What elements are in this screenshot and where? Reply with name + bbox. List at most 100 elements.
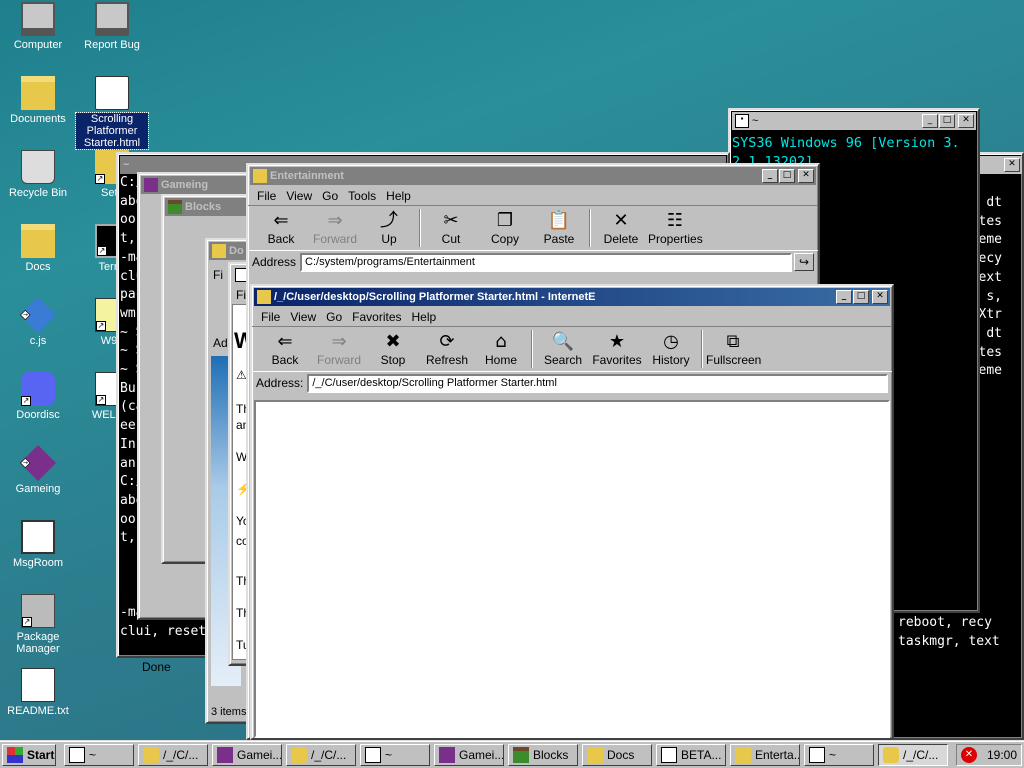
maximize-button[interactable]: □ <box>779 169 795 183</box>
toolbar-button-up[interactable]: ⤴ Up <box>362 210 416 246</box>
taskbar-item-label: ~ <box>829 748 837 762</box>
system-tray: ✕ 19:00 <box>956 744 1022 766</box>
close-button[interactable]: ✕ <box>872 290 888 304</box>
menu-item[interactable]: Tools <box>343 189 381 203</box>
toolbar-button-delete[interactable]: ✕ Delete <box>594 210 648 246</box>
menu-item[interactable]: View <box>281 189 317 203</box>
desktop-icon-label: Recycle Bin <box>8 187 68 199</box>
desktop-icon[interactable]: Report Bug <box>76 2 148 51</box>
address-label: Address: <box>256 376 304 390</box>
folder-icon <box>253 169 267 183</box>
toolbar-button-label: Favorites <box>592 353 642 367</box>
toolbar-button-properties[interactable]: ☷ Properties <box>648 210 703 246</box>
toolbar-button-history[interactable]: ◷ History <box>644 331 698 367</box>
menu-item[interactable]: File <box>252 189 281 203</box>
address-field[interactable]: /_/C/user/desktop/Scrolling Platformer S… <box>307 373 888 393</box>
page-viewport[interactable] <box>254 400 890 738</box>
start-label: Start <box>27 748 55 762</box>
taskbar-item-label: Gamei... <box>459 748 504 762</box>
close-button[interactable]: ✕ <box>798 169 814 183</box>
toolbar-button-copy[interactable]: ❐ Copy <box>478 210 532 246</box>
toolbar-button-paste[interactable]: 📋 Paste <box>532 210 586 246</box>
toolbar-separator <box>531 330 533 368</box>
desktop-icon[interactable]: ↗ c.js <box>2 296 74 347</box>
beta-icon <box>661 747 677 763</box>
taskbar-item[interactable]: Gamei... <box>434 744 504 766</box>
menu-item[interactable]: Help <box>407 310 442 324</box>
menu-item[interactable]: Go <box>321 310 347 324</box>
taskbar-item[interactable]: /_/C/... <box>138 744 208 766</box>
terminal-output-bottom: reboot, recy taskmgr, text <box>898 614 1024 651</box>
browser-window[interactable]: /_/C/user/desktop/Scrolling Platformer S… <box>250 284 894 740</box>
terminal-icon <box>69 747 85 763</box>
toolbar-button-fullscreen[interactable]: ⧉ Fullscreen <box>706 331 761 367</box>
toolbar-button-favorites[interactable]: ★ Favorites <box>590 331 644 367</box>
terminal-line: SYS36 Windows 96 [Version 3. <box>732 135 960 151</box>
toolbar-button-home[interactable]: ⌂ Home <box>474 331 528 367</box>
menu-file[interactable]: Fi <box>213 268 223 282</box>
toolbar-button-label: Refresh <box>425 353 469 367</box>
desktop-icon[interactable]: Scrolling Platformer Starter.html <box>75 76 149 150</box>
toolbar-button-refresh[interactable]: ⟳ Refresh <box>420 331 474 367</box>
desktop-icon[interactable]: Recycle Bin <box>2 150 74 199</box>
shortcut-arrow-icon: ↗ <box>95 174 105 184</box>
desktop-icon[interactable]: ↗ Doordisc <box>2 372 74 421</box>
menu-item[interactable]: Favorites <box>347 310 406 324</box>
taskbar-item[interactable]: Blocks <box>508 744 578 766</box>
minimize-button[interactable]: _ <box>836 290 852 304</box>
folder-icon <box>257 290 271 304</box>
toolbar-button-search[interactable]: 🔍 Search <box>536 331 590 367</box>
desktop-icon-label: Computer <box>13 39 63 51</box>
menu-item[interactable]: Help <box>381 189 416 203</box>
taskbar-item[interactable]: Gamei... <box>212 744 282 766</box>
desktop-icon[interactable]: ↗ Gameing <box>2 444 74 495</box>
toolbar-button-label: Back <box>267 232 295 246</box>
go-arrow-icon[interactable]: ↪ <box>794 253 814 271</box>
maximize-button[interactable]: □ <box>939 114 955 128</box>
toolbar-button-label: Paste <box>543 232 575 246</box>
taskbar-item-label: ~ <box>385 748 393 762</box>
toolbar: ⇐ Back ⇒ Forward ⤴ Up ✂ Cut ❐ Copy 📋 Paste ✕ Delete ☷ P… <box>248 205 818 251</box>
taskbar-item-label: BETA... <box>681 748 722 762</box>
terminal-icon <box>365 747 381 763</box>
start-button[interactable]: Start <box>2 744 56 766</box>
close-button[interactable]: ✕ <box>958 114 974 128</box>
toolbar-button-cut[interactable]: ✂ Cut <box>424 210 478 246</box>
desktop-icon[interactable]: Computer <box>2 2 74 51</box>
forward-arrow-icon: ⇒ <box>331 331 347 352</box>
taskbar-item[interactable]: ~ <box>64 744 134 766</box>
taskbar-item[interactable]: Enterta... <box>730 744 800 766</box>
desktop-icon[interactable]: MsgRoom <box>2 520 74 569</box>
toolbar-button-stop[interactable]: ✖ Stop <box>366 331 420 367</box>
desktop-icon[interactable]: ↗ Package Manager <box>2 594 74 655</box>
toolbar-button-back[interactable]: ⇐ Back <box>254 210 308 246</box>
desktop-icon[interactable]: Docs <box>2 224 74 273</box>
refresh-icon: ⟳ <box>439 331 455 352</box>
minimize-button[interactable]: _ <box>762 169 778 183</box>
menu-item[interactable]: File <box>256 310 285 324</box>
address-bar: Address C:/system/programs/Entertainment… <box>248 251 818 273</box>
toolbar-button-back[interactable]: ⇐ Back <box>258 331 312 367</box>
toolbar-separator <box>701 330 703 368</box>
taskbar-item[interactable]: ~ <box>360 744 430 766</box>
browser-icon <box>143 747 159 763</box>
taskbar-item[interactable]: BETA... <box>656 744 726 766</box>
terminal-icon <box>809 747 825 763</box>
toolbar-button-forward[interactable]: ⇒ Forward <box>308 210 362 246</box>
windows-logo-icon <box>7 747 23 763</box>
error-icon[interactable]: ✕ <box>961 747 977 763</box>
taskbar-item[interactable]: /_/C/... <box>878 744 948 766</box>
menu-item[interactable]: Go <box>317 189 343 203</box>
close-icon[interactable]: ✕ <box>1004 158 1020 172</box>
desktop-icon[interactable]: Documents <box>2 76 74 125</box>
taskbar-item[interactable]: /_/C/... <box>286 744 356 766</box>
address-field[interactable]: C:/system/programs/Entertainment <box>300 252 792 272</box>
minimize-button[interactable]: _ <box>922 114 938 128</box>
taskbar-item[interactable]: ~ <box>804 744 874 766</box>
toolbar-button-forward[interactable]: ⇒ Forward <box>312 331 366 367</box>
maximize-button[interactable]: □ <box>853 290 869 304</box>
menu-item[interactable]: View <box>285 310 321 324</box>
desktop-icon[interactable]: README.txt <box>2 668 74 717</box>
taskbar-item[interactable]: Docs <box>582 744 652 766</box>
taskbar-item-label: Docs <box>607 748 635 762</box>
